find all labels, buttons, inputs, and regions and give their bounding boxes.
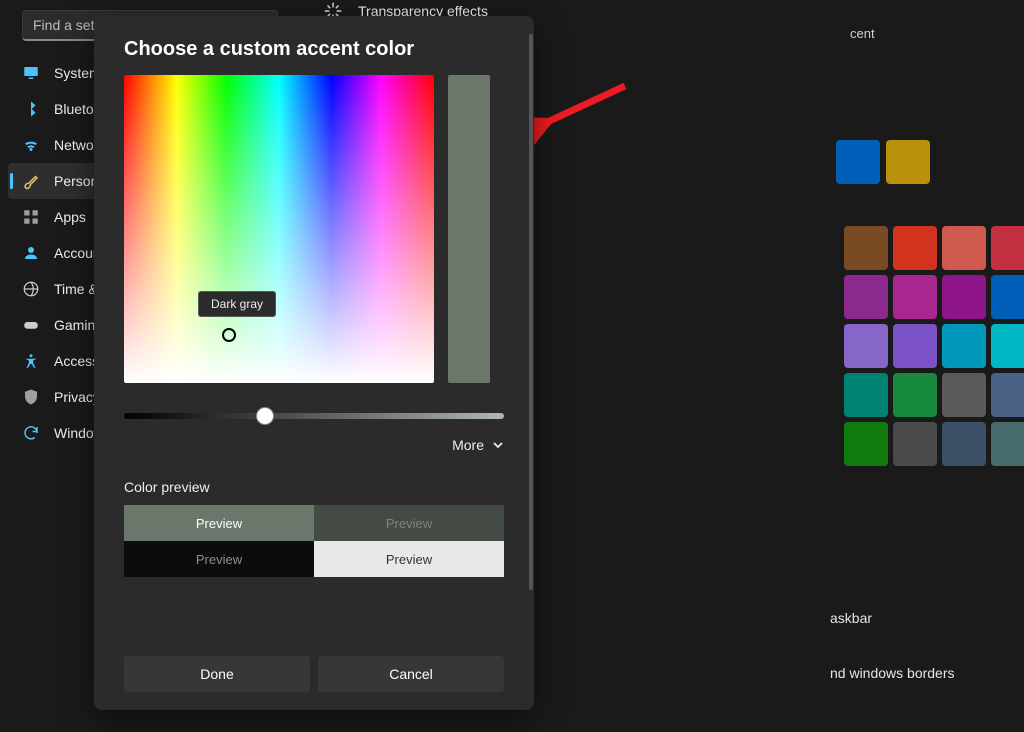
brush-icon bbox=[22, 172, 40, 190]
selected-color-preview bbox=[448, 75, 490, 383]
accessibility-icon bbox=[22, 352, 40, 370]
color-tooltip: Dark gray bbox=[198, 291, 276, 317]
accent-swatch[interactable] bbox=[991, 373, 1024, 417]
gamepad-icon bbox=[22, 316, 40, 334]
borders-fragment: nd windows borders bbox=[830, 665, 955, 681]
accent-fragment: cent bbox=[850, 26, 1004, 41]
color-preview-cell: Preview bbox=[124, 505, 314, 541]
person-icon bbox=[22, 244, 40, 262]
monitor-icon bbox=[22, 64, 40, 82]
bluetooth-icon bbox=[22, 100, 40, 118]
accent-swatch[interactable] bbox=[991, 275, 1024, 319]
color-preview-label: Color preview bbox=[124, 479, 504, 495]
taskbar-fragment: askbar bbox=[830, 610, 872, 626]
sync-icon bbox=[22, 424, 40, 442]
accent-swatch[interactable] bbox=[991, 324, 1024, 368]
chevron-down-icon bbox=[492, 439, 504, 451]
sidebar-item-label: Apps bbox=[54, 209, 86, 225]
spectrum-cursor[interactable] bbox=[222, 328, 236, 342]
accent-swatch[interactable] bbox=[844, 422, 888, 466]
value-slider[interactable] bbox=[124, 413, 504, 419]
more-toggle[interactable]: More bbox=[124, 437, 504, 453]
accent-swatch[interactable] bbox=[886, 140, 930, 184]
accent-swatch[interactable] bbox=[844, 275, 888, 319]
wifi-icon bbox=[22, 136, 40, 154]
accent-swatch[interactable] bbox=[836, 140, 880, 184]
color-preview-grid: PreviewPreviewPreviewPreview bbox=[124, 505, 504, 577]
accent-swatch[interactable] bbox=[844, 373, 888, 417]
accent-swatch[interactable] bbox=[844, 226, 888, 270]
accent-swatch[interactable] bbox=[942, 226, 986, 270]
accent-swatch[interactable] bbox=[893, 226, 937, 270]
shield-icon bbox=[22, 388, 40, 406]
accent-swatch[interactable] bbox=[893, 373, 937, 417]
accent-swatch[interactable] bbox=[893, 422, 937, 466]
dialog-scrollbar[interactable] bbox=[529, 34, 533, 590]
accent-swatch[interactable] bbox=[942, 373, 986, 417]
dialog-title: Choose a custom accent color bbox=[124, 38, 504, 61]
apps-icon bbox=[22, 208, 40, 226]
accent-swatch[interactable] bbox=[893, 275, 937, 319]
accent-swatch[interactable] bbox=[991, 422, 1024, 466]
color-picker-dialog: Choose a custom accent color Dark gray M… bbox=[94, 16, 534, 710]
accent-swatch[interactable] bbox=[893, 324, 937, 368]
cancel-button[interactable]: Cancel bbox=[318, 656, 504, 692]
color-spectrum[interactable]: Dark gray bbox=[124, 75, 434, 383]
color-preview-cell: Preview bbox=[314, 505, 504, 541]
color-preview-cell: Preview bbox=[124, 541, 314, 577]
globe-clock-icon bbox=[22, 280, 40, 298]
done-button[interactable]: Done bbox=[124, 656, 310, 692]
accent-swatch[interactable] bbox=[991, 226, 1024, 270]
accent-swatch[interactable] bbox=[942, 275, 986, 319]
accent-swatch[interactable] bbox=[942, 422, 986, 466]
color-preview-cell: Preview bbox=[314, 541, 504, 577]
value-slider-thumb[interactable] bbox=[256, 407, 274, 425]
accent-swatch[interactable] bbox=[844, 324, 888, 368]
more-label: More bbox=[452, 437, 484, 453]
accent-swatch[interactable] bbox=[942, 324, 986, 368]
